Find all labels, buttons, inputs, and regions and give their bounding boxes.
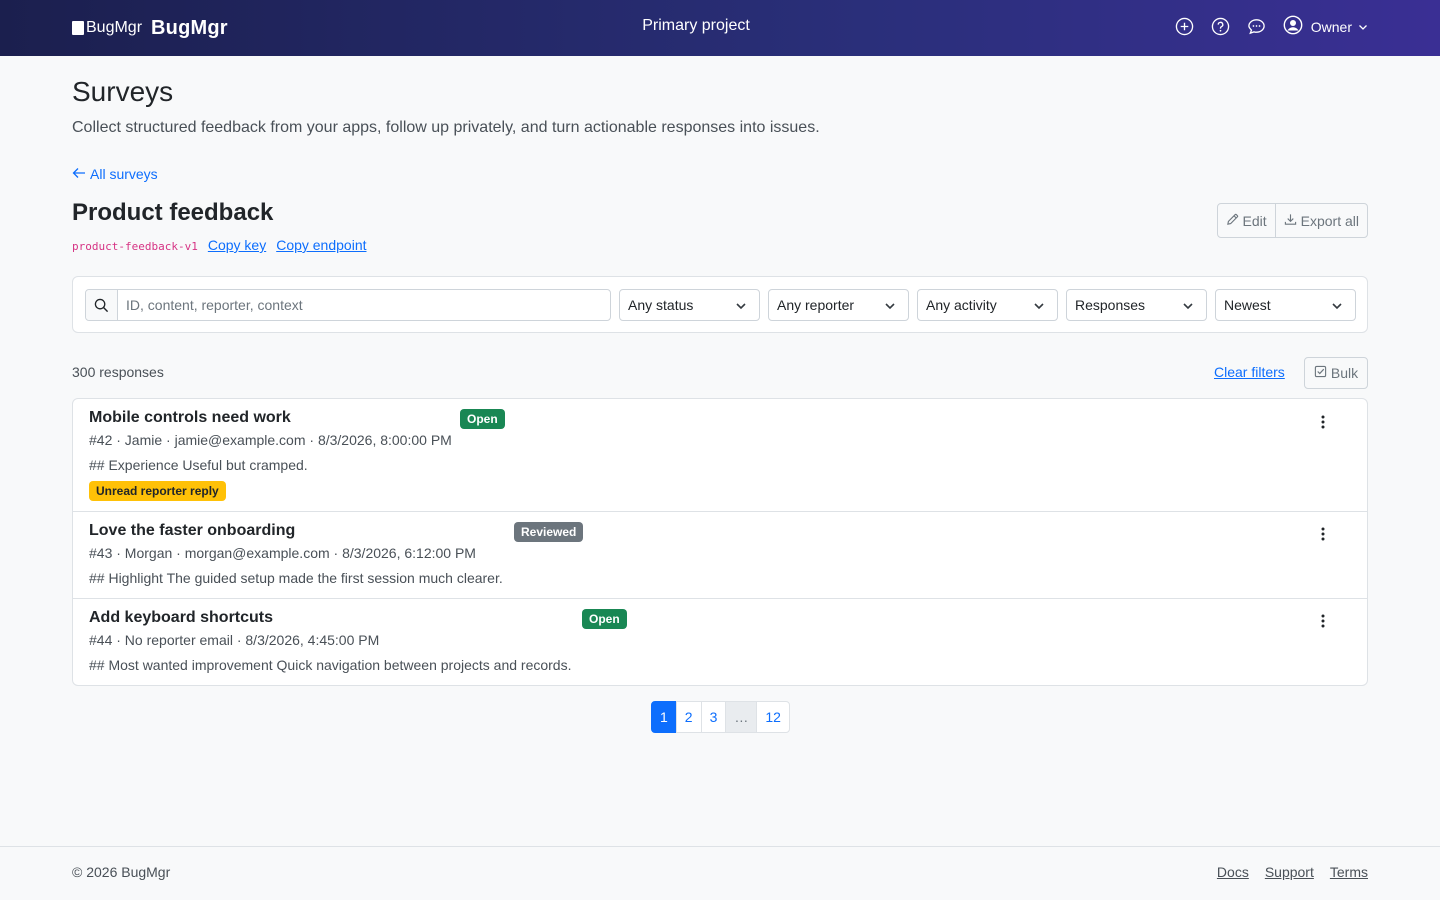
view-select-value: Responses — [1075, 297, 1146, 313]
user-circle-icon — [1283, 15, 1303, 38]
survey-key: product-feedback-v1 — [72, 240, 198, 253]
question-circle-icon[interactable] — [1211, 17, 1231, 37]
more-options-icon[interactable] — [1313, 611, 1333, 631]
top-navbar: BugMgr BugMgr Primary project Owner — [0, 0, 1440, 56]
status-badge: Open — [460, 409, 505, 429]
filters-panel: Any status Any reporter Any activity Res… — [72, 276, 1368, 333]
back-link-label: All surveys — [90, 166, 158, 182]
pencil-icon — [1226, 213, 1243, 229]
download-icon — [1284, 213, 1301, 229]
list-item[interactable]: Add keyboard shortcuts Open #44 · No rep… — [73, 599, 1367, 685]
copyright: © 2026 BugMgr — [72, 864, 171, 880]
response-body: ## Highlight The guided setup made the f… — [89, 570, 503, 586]
page-link-2[interactable]: 2 — [675, 701, 702, 733]
reporter-select-value: Any reporter — [777, 297, 855, 313]
page-link-1[interactable]: 1 — [651, 701, 677, 733]
bulk-button[interactable]: Bulk — [1304, 357, 1368, 389]
list-item[interactable]: Mobile controls need work Open #42 · Jam… — [73, 399, 1367, 512]
more-options-icon[interactable] — [1313, 524, 1333, 544]
page-description: Collect structured feedback from your ap… — [72, 119, 820, 136]
sort-select[interactable]: Newest — [1215, 289, 1356, 321]
response-meta: #43 · Morgan · morgan@example.com · 8/3/… — [89, 545, 476, 561]
response-body: ## Most wanted improvement Quick navigat… — [89, 657, 572, 673]
chat-icon[interactable] — [1247, 17, 1267, 37]
edit-button[interactable]: Edit — [1218, 204, 1275, 237]
user-name: Owner — [1310, 18, 1352, 35]
chevron-down-icon — [1033, 299, 1045, 315]
list-item[interactable]: Love the faster onboarding Reviewed #43 … — [73, 512, 1367, 599]
chevron-down-icon — [1358, 19, 1368, 35]
terms-link[interactable]: Terms — [1330, 864, 1368, 880]
arrow-left-icon — [72, 166, 86, 182]
response-title[interactable]: Mobile controls need work — [89, 409, 291, 427]
back-to-surveys-link[interactable]: All surveys — [72, 166, 158, 182]
unread-reply-badge: Unread reporter reply — [89, 481, 226, 501]
response-meta: #44 · No reporter email · 8/3/2026, 4:45… — [89, 632, 380, 648]
plus-circle-icon[interactable] — [1175, 17, 1195, 37]
more-options-icon[interactable] — [1313, 412, 1333, 432]
reporter-select[interactable]: Any reporter — [768, 289, 909, 321]
view-select[interactable]: Responses — [1066, 289, 1207, 321]
status-badge: Reviewed — [514, 522, 584, 542]
search-icon — [86, 290, 118, 320]
export-all-button[interactable]: Export all — [1274, 204, 1367, 237]
copy-endpoint-link[interactable]: Copy endpoint — [276, 237, 366, 253]
docs-link[interactable]: Docs — [1217, 864, 1249, 880]
response-title[interactable]: Add keyboard shortcuts — [89, 609, 273, 627]
page-link-3[interactable]: 3 — [700, 701, 727, 733]
page-ellipsis: … — [725, 701, 758, 733]
edit-label: Edit — [1242, 212, 1267, 229]
sort-select-value: Newest — [1224, 297, 1271, 313]
copy-key-link[interactable]: Copy key — [208, 237, 266, 253]
activity-select[interactable]: Any activity — [917, 289, 1058, 321]
export-label: Export all — [1300, 212, 1359, 229]
survey-title: Product feedback — [72, 199, 274, 226]
page-link-last[interactable]: 12 — [756, 701, 790, 733]
bulk-label: Bulk — [1330, 365, 1359, 381]
chevron-down-icon — [735, 299, 747, 315]
status-select[interactable]: Any status — [619, 289, 760, 321]
response-list: Mobile controls need work Open #42 · Jam… — [72, 398, 1368, 686]
pagination: 1 2 3 … 12 — [651, 701, 790, 733]
response-body: ## Experience Useful but cramped. — [89, 457, 308, 473]
status-badge: Open — [582, 609, 627, 629]
response-count: 300 responses — [72, 364, 164, 380]
chevron-down-icon — [1182, 299, 1194, 315]
chevron-down-icon — [884, 299, 896, 315]
status-select-value: Any status — [628, 297, 694, 313]
survey-actions: Edit Export all — [1216, 203, 1368, 238]
response-meta: #42 · Jamie · jamie@example.com · 8/3/20… — [89, 432, 452, 448]
activity-select-value: Any activity — [926, 297, 997, 313]
search-input[interactable] — [118, 290, 610, 320]
footer: © 2026 BugMgr Docs Support Terms — [0, 846, 1440, 900]
response-title[interactable]: Love the faster onboarding — [89, 522, 295, 540]
page-title: Surveys — [72, 76, 174, 107]
clear-filters-link[interactable]: Clear filters — [1214, 364, 1285, 380]
survey-meta: product-feedback-v1 Copy key Copy endpoi… — [72, 237, 377, 253]
search-group — [85, 289, 611, 321]
chevron-down-icon — [1331, 299, 1343, 315]
header-actions: Owner — [1159, 15, 1368, 38]
support-link[interactable]: Support — [1265, 864, 1314, 880]
user-menu[interactable]: Owner — [1283, 15, 1368, 38]
footer-links: Docs Support Terms — [1201, 864, 1368, 880]
checkbox-icon — [1314, 365, 1331, 381]
